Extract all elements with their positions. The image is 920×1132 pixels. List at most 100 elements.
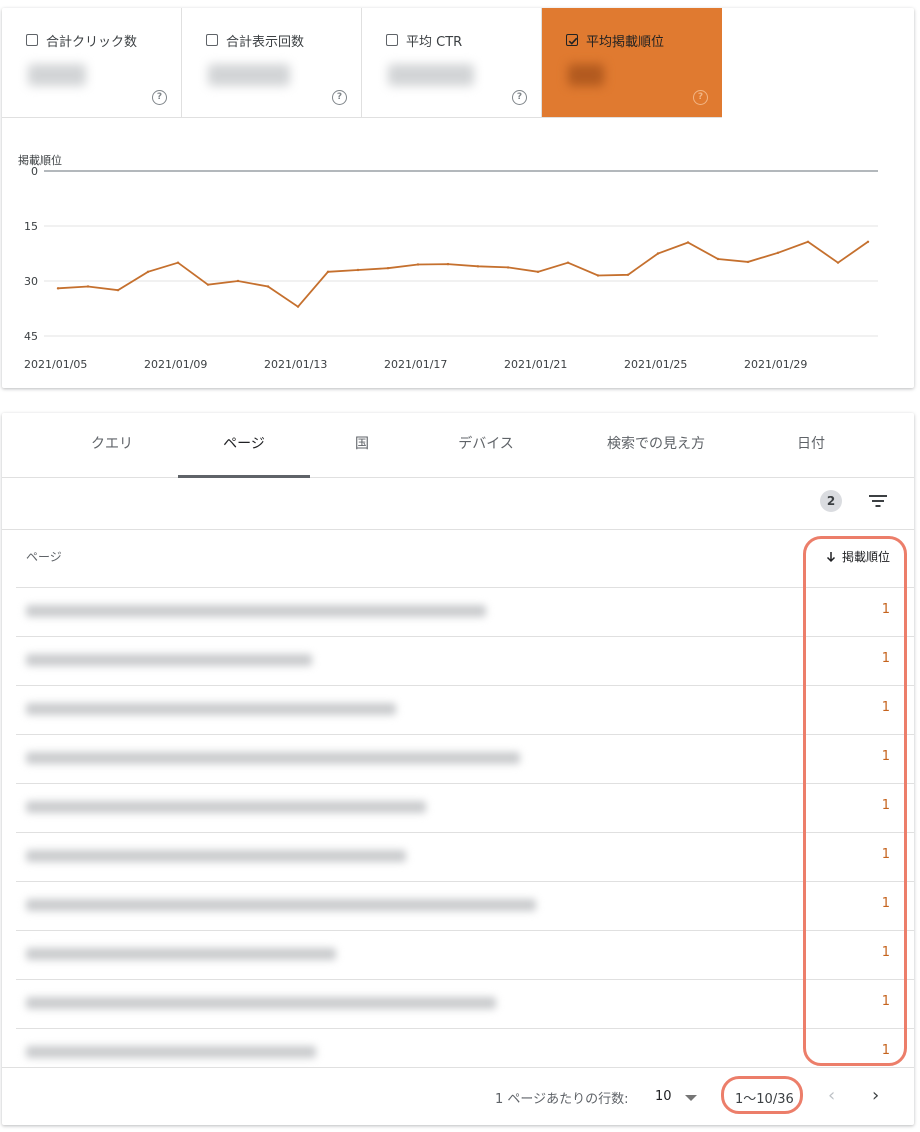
- y-tick-label: 0: [31, 165, 38, 178]
- pagination-bar: 1 ページあたりの行数: 10 1〜10/36 ‹ ›: [2, 1067, 914, 1126]
- rows-per-page-select[interactable]: 10: [655, 1089, 672, 1104]
- previous-page-chevron-icon[interactable]: ‹: [828, 1085, 835, 1106]
- rows-per-page-label: 1 ページあたりの行数:: [495, 1092, 629, 1107]
- data-point: [566, 261, 570, 264]
- table-row[interactable]: 1: [16, 881, 914, 930]
- page-url-redacted[interactable]: [26, 997, 496, 1009]
- tab-label: デバイス: [458, 436, 514, 452]
- x-tick-label: 2021/01/29: [744, 358, 807, 371]
- checkbox-icon[interactable]: [26, 34, 38, 46]
- y-tick-label: 30: [24, 275, 38, 288]
- data-point: [536, 270, 540, 274]
- tab-date[interactable]: 日付: [776, 413, 846, 477]
- position-value: 1: [881, 749, 890, 764]
- column-header-position[interactable]: 掲載順位: [826, 548, 890, 565]
- next-page-chevron-icon[interactable]: ›: [872, 1085, 879, 1106]
- metric-value-redacted: [568, 64, 604, 86]
- data-point: [326, 270, 330, 274]
- tab-search-appearance[interactable]: 検索での見え方: [578, 413, 734, 477]
- page-url-redacted[interactable]: [26, 948, 336, 960]
- results-table-card: クエリ ページ 国 デバイス 検索での見え方 日付 2 ページ 掲載順位 1 1…: [2, 413, 914, 1125]
- table-row[interactable]: 1: [16, 734, 914, 783]
- position-line-chart: 掲載順位 0 15 30 45 2021/01/05 2021/01/09 2021/01…: [18, 153, 878, 371]
- position-value: 1: [881, 896, 890, 911]
- checkbox-checked-icon[interactable]: [566, 34, 578, 46]
- metric-label: 平均 CTR: [406, 35, 463, 50]
- tab-page[interactable]: ページ: [178, 413, 310, 478]
- page-url-redacted[interactable]: [26, 703, 396, 715]
- data-point: [506, 266, 510, 269]
- sort-descending-arrow-icon: [826, 551, 836, 562]
- series-line: [57, 240, 869, 308]
- data-point: [626, 273, 630, 276]
- data-point: [86, 285, 90, 288]
- metric-average-ctr[interactable]: 平均 CTR ?: [362, 8, 542, 117]
- position-value: 1: [881, 798, 890, 813]
- data-point: [176, 261, 180, 264]
- y-tick-label: 15: [24, 220, 38, 233]
- page-url-redacted[interactable]: [26, 752, 520, 764]
- x-tick-label: 2021/01/25: [624, 358, 687, 371]
- x-tick-label: 2021/01/13: [264, 358, 327, 371]
- x-tick-label: 2021/01/05: [24, 358, 87, 371]
- data-point: [866, 240, 870, 243]
- page-url-redacted[interactable]: [26, 899, 536, 911]
- page-range: 1〜10/36: [735, 1092, 794, 1107]
- data-point: [476, 265, 480, 268]
- tab-label: クエリ: [91, 436, 133, 452]
- data-point: [236, 279, 240, 283]
- performance-chart-card: 合計クリック数 ? 合計表示回数 ? 平均 CTR ? 平均掲載順位 ? 掲載順…: [2, 8, 914, 388]
- help-icon[interactable]: ?: [152, 90, 167, 105]
- metric-value-redacted: [208, 64, 290, 86]
- data-point: [446, 262, 450, 266]
- page-url-redacted[interactable]: [26, 850, 406, 862]
- data-point: [416, 263, 420, 266]
- column-header-label: 掲載順位: [841, 550, 890, 564]
- table-row[interactable]: 1: [16, 832, 914, 881]
- table-row[interactable]: 1: [16, 783, 914, 832]
- filter-count-badge: 2: [820, 490, 842, 512]
- data-point: [266, 285, 270, 288]
- help-icon[interactable]: ?: [332, 90, 347, 105]
- data-point: [56, 287, 60, 290]
- metric-label: 合計表示回数: [226, 35, 305, 50]
- tab-country[interactable]: 国: [332, 413, 392, 477]
- metric-average-position[interactable]: 平均掲載順位 ?: [542, 8, 722, 117]
- page-url-redacted[interactable]: [26, 605, 486, 617]
- tab-label: 日付: [797, 436, 825, 452]
- column-header-page[interactable]: ページ: [26, 548, 62, 565]
- page-url-redacted[interactable]: [26, 654, 312, 666]
- position-value: 1: [881, 700, 890, 715]
- table-row[interactable]: 1: [16, 979, 914, 1028]
- metric-total-clicks[interactable]: 合計クリック数 ?: [2, 8, 182, 117]
- position-value: 1: [881, 1043, 890, 1058]
- tab-device[interactable]: デバイス: [438, 413, 534, 477]
- page-url-redacted[interactable]: [26, 1046, 316, 1058]
- metric-tiles: 合計クリック数 ? 合計表示回数 ? 平均 CTR ? 平均掲載順位 ?: [2, 8, 722, 118]
- checkbox-icon[interactable]: [206, 34, 218, 46]
- position-value: 1: [881, 945, 890, 960]
- table-row[interactable]: 1: [16, 587, 914, 636]
- metric-label: 平均掲載順位: [586, 35, 665, 50]
- tab-query[interactable]: クエリ: [70, 413, 154, 477]
- table-row[interactable]: 1: [16, 930, 914, 979]
- checkbox-icon[interactable]: [386, 34, 398, 46]
- position-value: 1: [881, 847, 890, 862]
- data-point: [836, 261, 840, 264]
- help-icon[interactable]: ?: [693, 90, 708, 105]
- table-row[interactable]: 1: [16, 636, 914, 685]
- data-point: [146, 270, 150, 274]
- y-axis-label: 掲載順位: [18, 153, 62, 167]
- metric-total-impressions[interactable]: 合計表示回数 ?: [182, 8, 362, 117]
- filter-icon[interactable]: [868, 492, 888, 510]
- data-point: [596, 274, 600, 277]
- position-value: 1: [881, 602, 890, 617]
- page-url-redacted[interactable]: [26, 801, 426, 813]
- data-point: [746, 260, 750, 264]
- metric-label: 合計クリック数: [46, 35, 138, 50]
- help-icon[interactable]: ?: [512, 90, 527, 105]
- table-row[interactable]: 1: [16, 685, 914, 734]
- dropdown-arrow-icon[interactable]: [685, 1095, 697, 1101]
- data-point: [296, 305, 300, 308]
- data-point: [386, 266, 390, 270]
